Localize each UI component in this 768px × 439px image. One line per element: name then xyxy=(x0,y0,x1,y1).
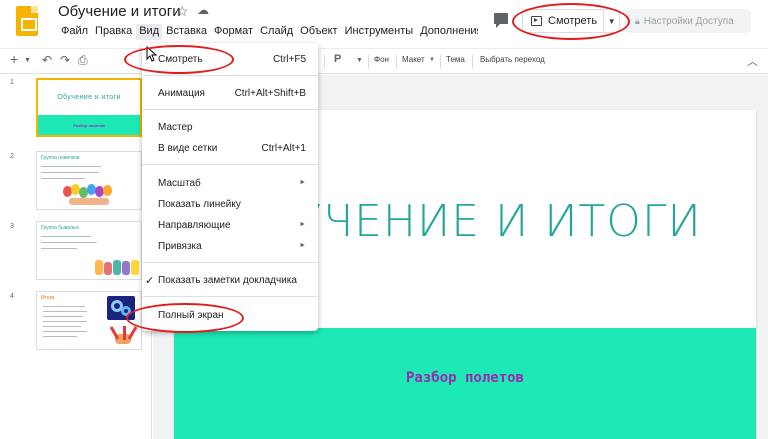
slide-subtitle[interactable]: Разбор полетов xyxy=(174,370,756,386)
thumb-text-line xyxy=(43,336,77,337)
annotation-oval-present-button xyxy=(512,3,630,40)
menu-divider xyxy=(142,262,318,263)
toolbar-divider xyxy=(440,55,441,69)
menu-item-master[interactable]: Мастер xyxy=(142,119,318,137)
share-label: Настройки Доступа xyxy=(643,15,734,27)
theme-button[interactable]: Тема xyxy=(446,55,465,64)
thumb-text-line xyxy=(41,236,91,237)
toolbar-divider xyxy=(324,55,325,69)
redo-icon[interactable]: ↷ xyxy=(60,53,70,67)
hand-image xyxy=(109,326,138,346)
thumb-text-line xyxy=(43,326,81,327)
menu-addons[interactable]: Дополнения xyxy=(417,24,478,40)
new-slide-dropdown-icon[interactable]: ▼ xyxy=(24,57,31,64)
menu-item-snap[interactable]: Привязка ► xyxy=(142,238,318,256)
menu-file[interactable]: Файл xyxy=(58,24,91,40)
layout-dropdown-icon[interactable]: ▼ xyxy=(429,57,435,63)
menu-divider xyxy=(142,296,318,297)
app-header: Обучение и итоги ☆ ☁ Файл Правка Вид Вст… xyxy=(0,0,768,44)
chevron-right-icon: ► xyxy=(299,179,306,186)
document-title[interactable]: Обучение и итоги xyxy=(58,3,181,20)
slide-number: 4 xyxy=(10,293,14,300)
menu-edit[interactable]: Правка xyxy=(92,24,135,40)
thumb-title: Обучение и итоги xyxy=(57,94,121,101)
collapse-toolbar-icon[interactable]: ︿ xyxy=(747,53,758,69)
menu-divider xyxy=(142,109,318,110)
comment-icon[interactable] xyxy=(494,13,508,28)
background-button[interactable]: Фон xyxy=(374,55,389,64)
slide-number: 1 xyxy=(10,79,14,86)
thumb-text-line xyxy=(43,321,87,322)
slide-number: 2 xyxy=(10,153,14,160)
menu-slide[interactable]: Слайд xyxy=(257,24,296,40)
thumb-text-line xyxy=(43,311,87,312)
thumb-title: Группа новичков xyxy=(41,155,80,161)
transition-button[interactable]: Выбрать переход xyxy=(480,55,545,64)
slide-thumbnail-3[interactable]: Группа бывалых xyxy=(36,221,142,280)
paint-format-icon[interactable]: P xyxy=(334,53,341,65)
thumb-text-line xyxy=(41,248,77,249)
slides-logo-icon[interactable] xyxy=(16,6,38,36)
menu-divider xyxy=(142,75,318,76)
people-image xyxy=(95,260,139,276)
new-slide-icon[interactable]: + xyxy=(10,51,18,67)
slide-thumbnail-1[interactable]: Обучение и итоги Разбор полетов xyxy=(36,78,142,137)
toolbar-divider xyxy=(396,55,397,69)
thumb-title: Группа бывалых xyxy=(41,225,80,231)
thumb-text-line xyxy=(43,306,85,307)
menu-view[interactable]: Вид xyxy=(136,24,163,40)
cloud-saved-icon[interactable]: ☁ xyxy=(197,3,209,17)
slide-number: 3 xyxy=(10,223,14,230)
undo-icon[interactable]: ↶ xyxy=(42,53,52,67)
slide-thumbnail-2[interactable]: Группа новичков xyxy=(36,151,142,210)
toolbar-divider xyxy=(368,55,369,69)
toolbar-divider xyxy=(472,55,473,69)
menu-item-zoom[interactable]: Масштаб ► xyxy=(142,175,318,193)
thumb-subtitle: Разбор полетов xyxy=(73,123,105,128)
checkmark-icon: ✓ xyxy=(145,275,155,287)
view-menu: Смотреть Ctrl+F5 Анимация Ctrl+Alt+Shift… xyxy=(142,43,318,331)
star-icon[interactable]: ☆ xyxy=(176,3,189,20)
thumb-text-line xyxy=(41,166,101,167)
menu-item-guides[interactable]: Направляющие ► xyxy=(142,217,318,235)
paint-format-dropdown-icon[interactable]: ▼ xyxy=(356,57,363,64)
menu-item-speaker-notes[interactable]: ✓ Показать заметки докладчика xyxy=(142,272,318,290)
menu-object[interactable]: Объект xyxy=(297,24,340,40)
thumb-text-line xyxy=(43,331,87,332)
menu-bar: Файл Правка Вид Вставка Формат Слайд Объ… xyxy=(58,24,478,40)
menu-item-grid-view[interactable]: В виде сетки Ctrl+Alt+1 xyxy=(142,140,318,158)
chevron-right-icon: ► xyxy=(299,221,306,228)
toolbar: + ▼ ↶ ↷ ⎙ P ▼ Фон Макет ▼ Тема Выбрать п… xyxy=(0,48,768,74)
lock-icon: 🔒︎ xyxy=(635,15,640,26)
menu-format[interactable]: Формат xyxy=(211,24,256,40)
thumb-text-line xyxy=(41,242,97,243)
menu-item-show-ruler[interactable]: Показать линейку xyxy=(142,196,318,214)
menu-tools[interactable]: Инструменты xyxy=(342,24,417,40)
layout-button[interactable]: Макет xyxy=(402,55,425,64)
print-icon[interactable]: ⎙ xyxy=(78,53,88,68)
balloons-image xyxy=(63,184,123,206)
annotation-oval-present-item xyxy=(124,45,234,74)
thumb-text-line xyxy=(43,316,83,317)
chevron-right-icon: ► xyxy=(299,242,306,249)
thumb-title: Итоги xyxy=(41,295,55,301)
menu-item-animation[interactable]: Анимация Ctrl+Alt+Shift+B xyxy=(142,85,318,103)
menu-divider xyxy=(142,164,318,165)
thumb-text-line xyxy=(41,178,85,179)
annotation-oval-full-screen xyxy=(126,303,244,333)
menu-insert[interactable]: Вставка xyxy=(163,24,210,40)
slide-filmstrip: 1 Обучение и итоги Разбор полетов 2 Груп… xyxy=(0,75,152,439)
thumb-text-line xyxy=(41,172,99,173)
share-button[interactable]: 🔒︎ Настройки Доступа xyxy=(625,9,751,33)
